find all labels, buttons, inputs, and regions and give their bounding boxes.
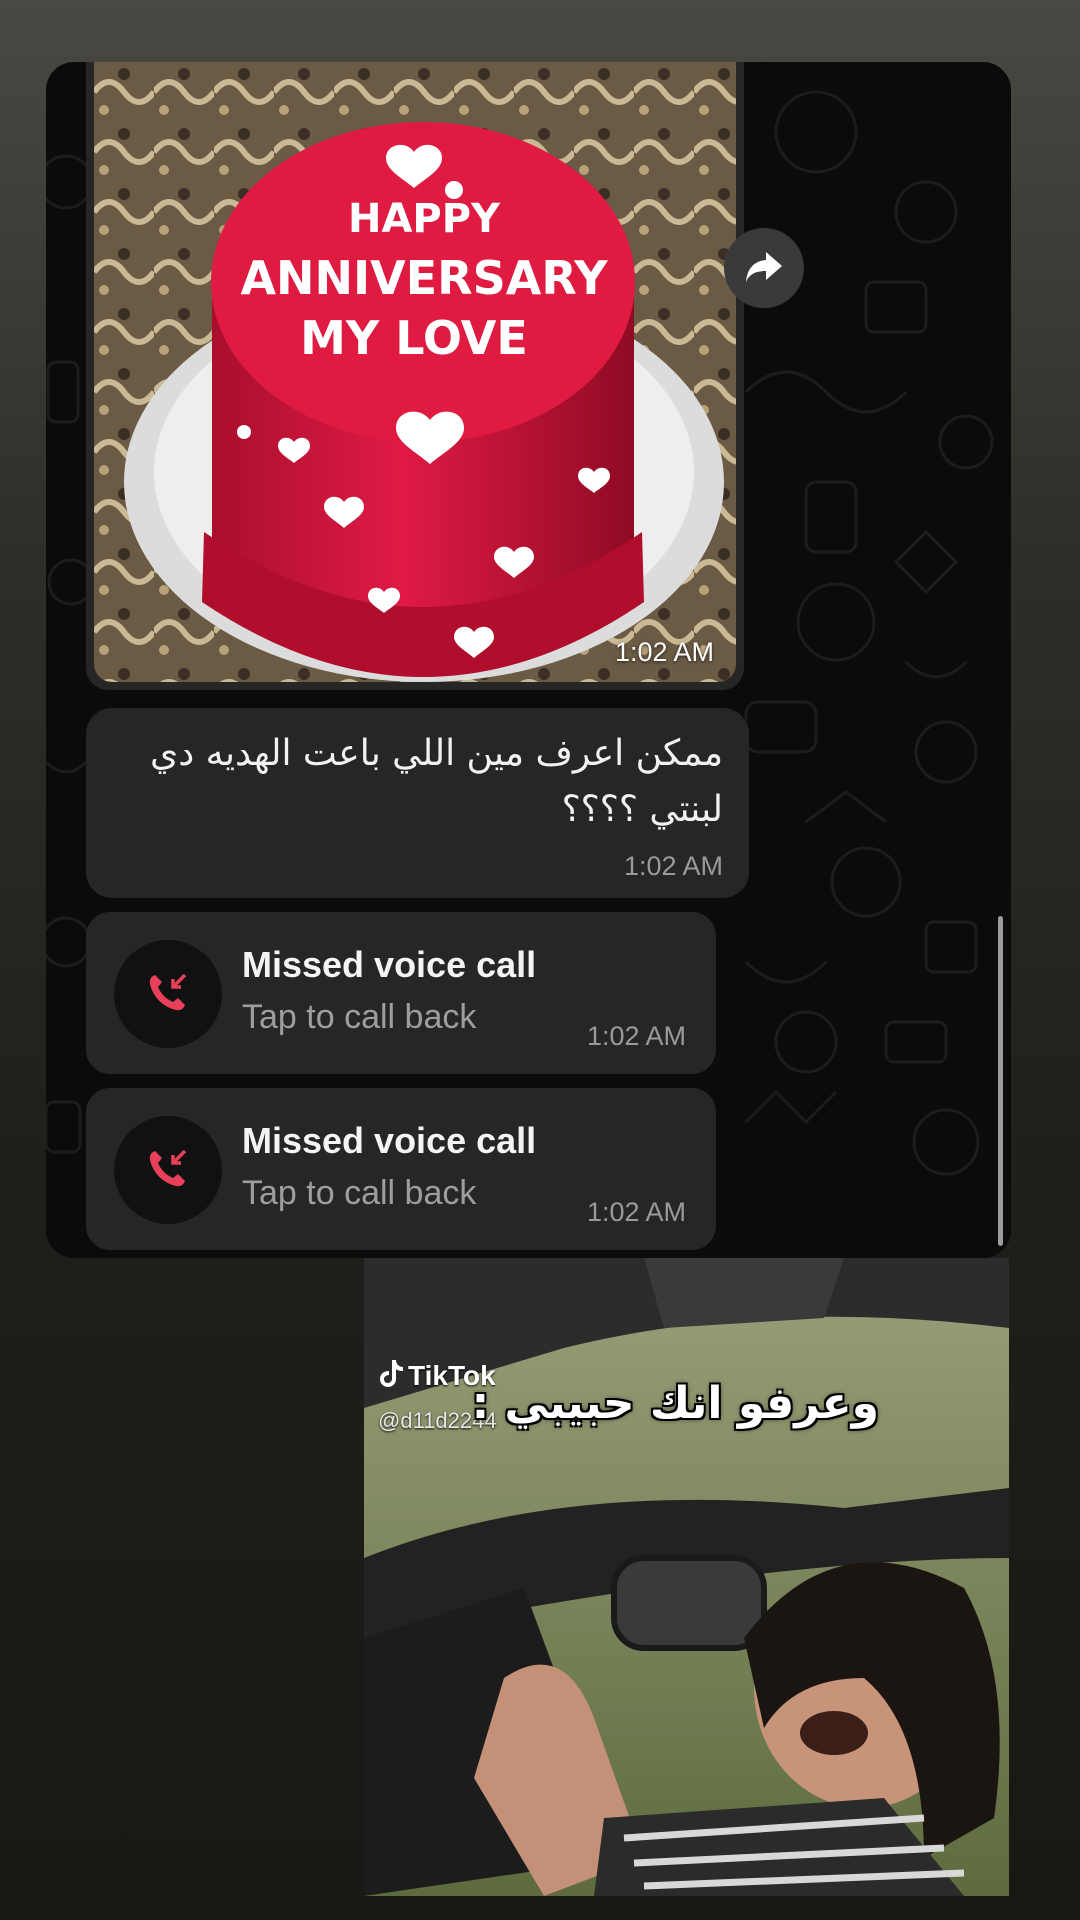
tiktok-logo-icon <box>378 1358 404 1393</box>
missed-call-icon-circle <box>114 1116 222 1224</box>
meme-caption: وعرفو انك حبيبي : <box>471 1378 879 1429</box>
forward-button[interactable] <box>724 228 804 308</box>
cake-text-line2: ANNIVERSARY <box>240 251 608 305</box>
chat-screenshot: HAPPY ANNIVERSARY MY LOVE 1:02 AM ممكن ا… <box>46 62 1011 1258</box>
missed-call-title: Missed voice call <box>242 1120 537 1161</box>
missed-call-subtitle[interactable]: Tap to call back <box>242 998 476 1037</box>
missed-call-icon <box>145 1145 191 1196</box>
meme-image: TikTok @d11d2244 وعرفو انك حبيبي : <box>364 1258 1009 1896</box>
image-message-time: 1:02 AM <box>614 637 714 667</box>
text-message-time: 1:02 AM <box>623 851 723 881</box>
missed-call-time: 1:02 AM <box>586 1021 686 1051</box>
image-message[interactable]: HAPPY ANNIVERSARY MY LOVE 1:02 AM <box>86 62 744 690</box>
text-message[interactable]: ممكن اعرف مين اللي باعت الهديه دي لبنتي … <box>86 708 749 898</box>
cake-text-line3: MY LOVE <box>300 311 528 365</box>
missed-call-subtitle[interactable]: Tap to call back <box>242 1174 476 1213</box>
text-message-body: ممكن اعرف مين اللي باعت الهديه دي لبنتي … <box>150 733 723 830</box>
missed-call-icon-circle <box>114 940 222 1048</box>
scrollbar[interactable] <box>998 916 1003 1246</box>
cake-text-line1: HAPPY <box>348 196 501 242</box>
missed-call-message[interactable]: Missed voice call Tap to call back 1:02 … <box>86 1088 716 1250</box>
cake-photo[interactable]: HAPPY ANNIVERSARY MY LOVE 1:02 AM <box>94 62 736 682</box>
missed-call-message[interactable]: Missed voice call Tap to call back 1:02 … <box>86 912 716 1074</box>
missed-call-title: Missed voice call <box>242 944 537 985</box>
missed-call-time: 1:02 AM <box>586 1197 686 1227</box>
missed-call-icon <box>145 969 191 1020</box>
forward-icon <box>744 248 784 289</box>
